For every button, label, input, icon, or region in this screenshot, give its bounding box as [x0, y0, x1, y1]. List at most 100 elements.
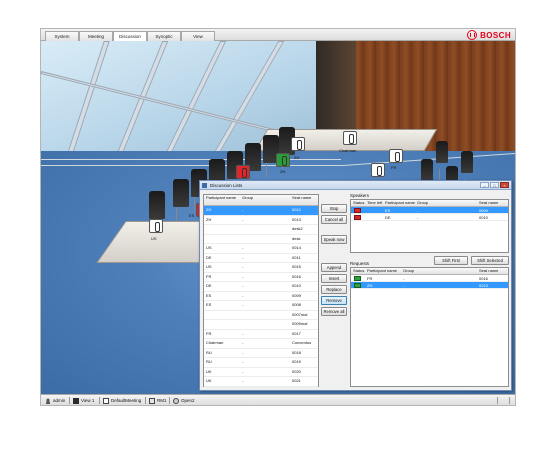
col-time-left[interactable]: Time left: [367, 200, 382, 206]
col-participant-name[interactable]: Participant name: [367, 268, 397, 274]
cell-group: -: [242, 378, 244, 383]
table-row[interactable]: RU - 0018: [204, 349, 318, 358]
statusbar-separator: [69, 397, 70, 404]
col-seat-name[interactable]: Seat name: [479, 200, 498, 206]
table-row[interactable]: 0007mal: [204, 311, 318, 320]
col-participant-name[interactable]: Participant name: [385, 200, 415, 206]
replace-button[interactable]: Replace: [321, 285, 347, 294]
tab-meeting[interactable]: Meeting: [79, 31, 113, 41]
seat-mic-icon[interactable]: [371, 163, 385, 177]
statusbar-separator: [509, 397, 510, 404]
shift-selected-button[interactable]: Shift Selected: [471, 256, 509, 265]
participant-list[interactable]: Participant name Group Seat name ZH - 0012…: [203, 194, 319, 387]
col-status[interactable]: Status: [353, 200, 364, 206]
seat-mic-icon[interactable]: [389, 149, 403, 163]
col-group[interactable]: Group: [403, 268, 414, 274]
view-icon: [73, 397, 79, 404]
cell-seat-name: 0020: [292, 368, 301, 374]
insert-button[interactable]: Insert: [321, 274, 347, 283]
bosch-logo-icon: [467, 30, 478, 40]
shift-first-button[interactable]: Shift First: [434, 256, 468, 265]
app-window: System Meeting Discussion Synoptic View …: [40, 28, 516, 406]
cell-participant-name: RU: [206, 359, 212, 364]
col-seat-name[interactable]: Seat name: [292, 195, 312, 201]
chair: [149, 191, 165, 233]
remove-button[interactable]: Remove: [321, 296, 347, 305]
requests-header: Status Participant name Group Seat name: [351, 268, 508, 275]
col-group[interactable]: Group: [242, 195, 253, 201]
table-row[interactable]: US - 0015: [204, 263, 318, 273]
table-row[interactable]: FR - 0016: [204, 273, 318, 282]
seat-mic-icon[interactable]: [291, 137, 305, 151]
stop-button[interactable]: Stop: [321, 204, 347, 213]
cell-seat-name: 0012: [292, 207, 301, 212]
cancel-all-button[interactable]: Cancel all: [321, 215, 347, 224]
remove-all-button[interactable]: Remove all: [321, 307, 347, 316]
cell-group: -: [403, 283, 405, 288]
dialog-titlebar[interactable]: Discussion Lists – □ ×: [200, 181, 511, 190]
minimize-icon[interactable]: –: [480, 182, 489, 188]
table-row[interactable]: ES - 0009: [204, 292, 318, 301]
table-row[interactable]: ES - 0008: [204, 301, 318, 311]
cell-participant-name: ZH: [367, 283, 373, 288]
requests-list[interactable]: Status Participant name Group Seat name …: [350, 267, 509, 387]
table-row[interactable]: ES - 0009: [351, 207, 508, 214]
col-status[interactable]: Status: [353, 268, 364, 274]
table-row[interactable]: desk: [204, 235, 318, 244]
cell-participant-name: RU: [206, 349, 212, 355]
table-row[interactable]: UK - 0021: [204, 377, 318, 387]
col-group[interactable]: Group: [417, 200, 428, 206]
dialog-app-icon: [202, 183, 207, 188]
speakers-list[interactable]: Status Time left Participant name Group …: [350, 199, 509, 253]
tab-view[interactable]: View: [181, 31, 215, 41]
cell-seat-name: 0014: [292, 245, 301, 250]
cell-group: -: [417, 208, 419, 213]
table-row[interactable]: RU - 0019: [204, 358, 318, 368]
table-row[interactable]: ZH - 0013: [204, 216, 318, 225]
table-row[interactable]: ZH - 0013: [351, 282, 508, 289]
cell-seat-name: 0009mal: [292, 321, 308, 326]
table-row[interactable]: 0009mal: [204, 320, 318, 330]
table-row[interactable]: US - 0014: [204, 244, 318, 254]
cell-seat-name: 0013: [479, 283, 488, 288]
dialog-title: Discussion Lists: [210, 183, 243, 188]
table-row[interactable]: Chairman - Concentus: [204, 339, 318, 349]
statusbar-separator: [169, 397, 170, 404]
participant-list-header: Participant name Group Seat name: [204, 195, 318, 206]
cell-seat-name: 0015: [292, 264, 301, 269]
seat-mic-icon[interactable]: [343, 131, 357, 145]
table-row[interactable]: FR - 0016: [351, 275, 508, 282]
microphone-status-icon: [354, 276, 361, 281]
table-row[interactable]: desk2: [204, 225, 318, 235]
seat-mic-active-icon[interactable]: [276, 153, 290, 167]
seat-mic-icon[interactable]: [149, 219, 163, 233]
col-seat-name[interactable]: Seat name: [479, 268, 498, 274]
cell-participant-name: ES: [385, 208, 391, 213]
seat-label-zh: ZH: [280, 169, 286, 174]
maximize-icon[interactable]: □: [490, 182, 499, 188]
append-button[interactable]: Append: [321, 263, 347, 272]
statusbar-separator: [99, 397, 100, 404]
table-row[interactable]: DE - 0010: [351, 214, 508, 221]
seat-mic-speaking-icon[interactable]: [236, 165, 250, 179]
chair: [421, 159, 433, 201]
seat-label-zh: ZH: [294, 155, 300, 160]
cell-group: -: [242, 292, 244, 298]
state-icon: [173, 397, 179, 404]
table-row[interactable]: DE - 0010: [204, 282, 318, 292]
cell-participant-name: FR: [206, 330, 212, 336]
speak-now-button[interactable]: Speak now: [321, 235, 347, 244]
table-row[interactable]: ZH - 0012: [204, 206, 318, 216]
user-name: admin: [53, 398, 66, 403]
tab-system[interactable]: System: [45, 31, 79, 41]
table-row[interactable]: FR - 0017: [204, 330, 318, 339]
cell-seat-name: 0013: [292, 216, 301, 222]
cell-participant-name: FR: [206, 273, 212, 279]
table-row[interactable]: DE - 0011: [204, 254, 318, 263]
discussion-lists-dialog: Discussion Lists – □ × Participant name …: [199, 180, 512, 391]
table-row[interactable]: UK - 0020: [204, 368, 318, 377]
meeting-name: DefaultMeeting: [111, 398, 142, 403]
tab-synoptic[interactable]: Synoptic: [147, 31, 181, 41]
col-participant-name[interactable]: Participant name: [206, 195, 236, 201]
close-icon[interactable]: ×: [500, 182, 509, 188]
